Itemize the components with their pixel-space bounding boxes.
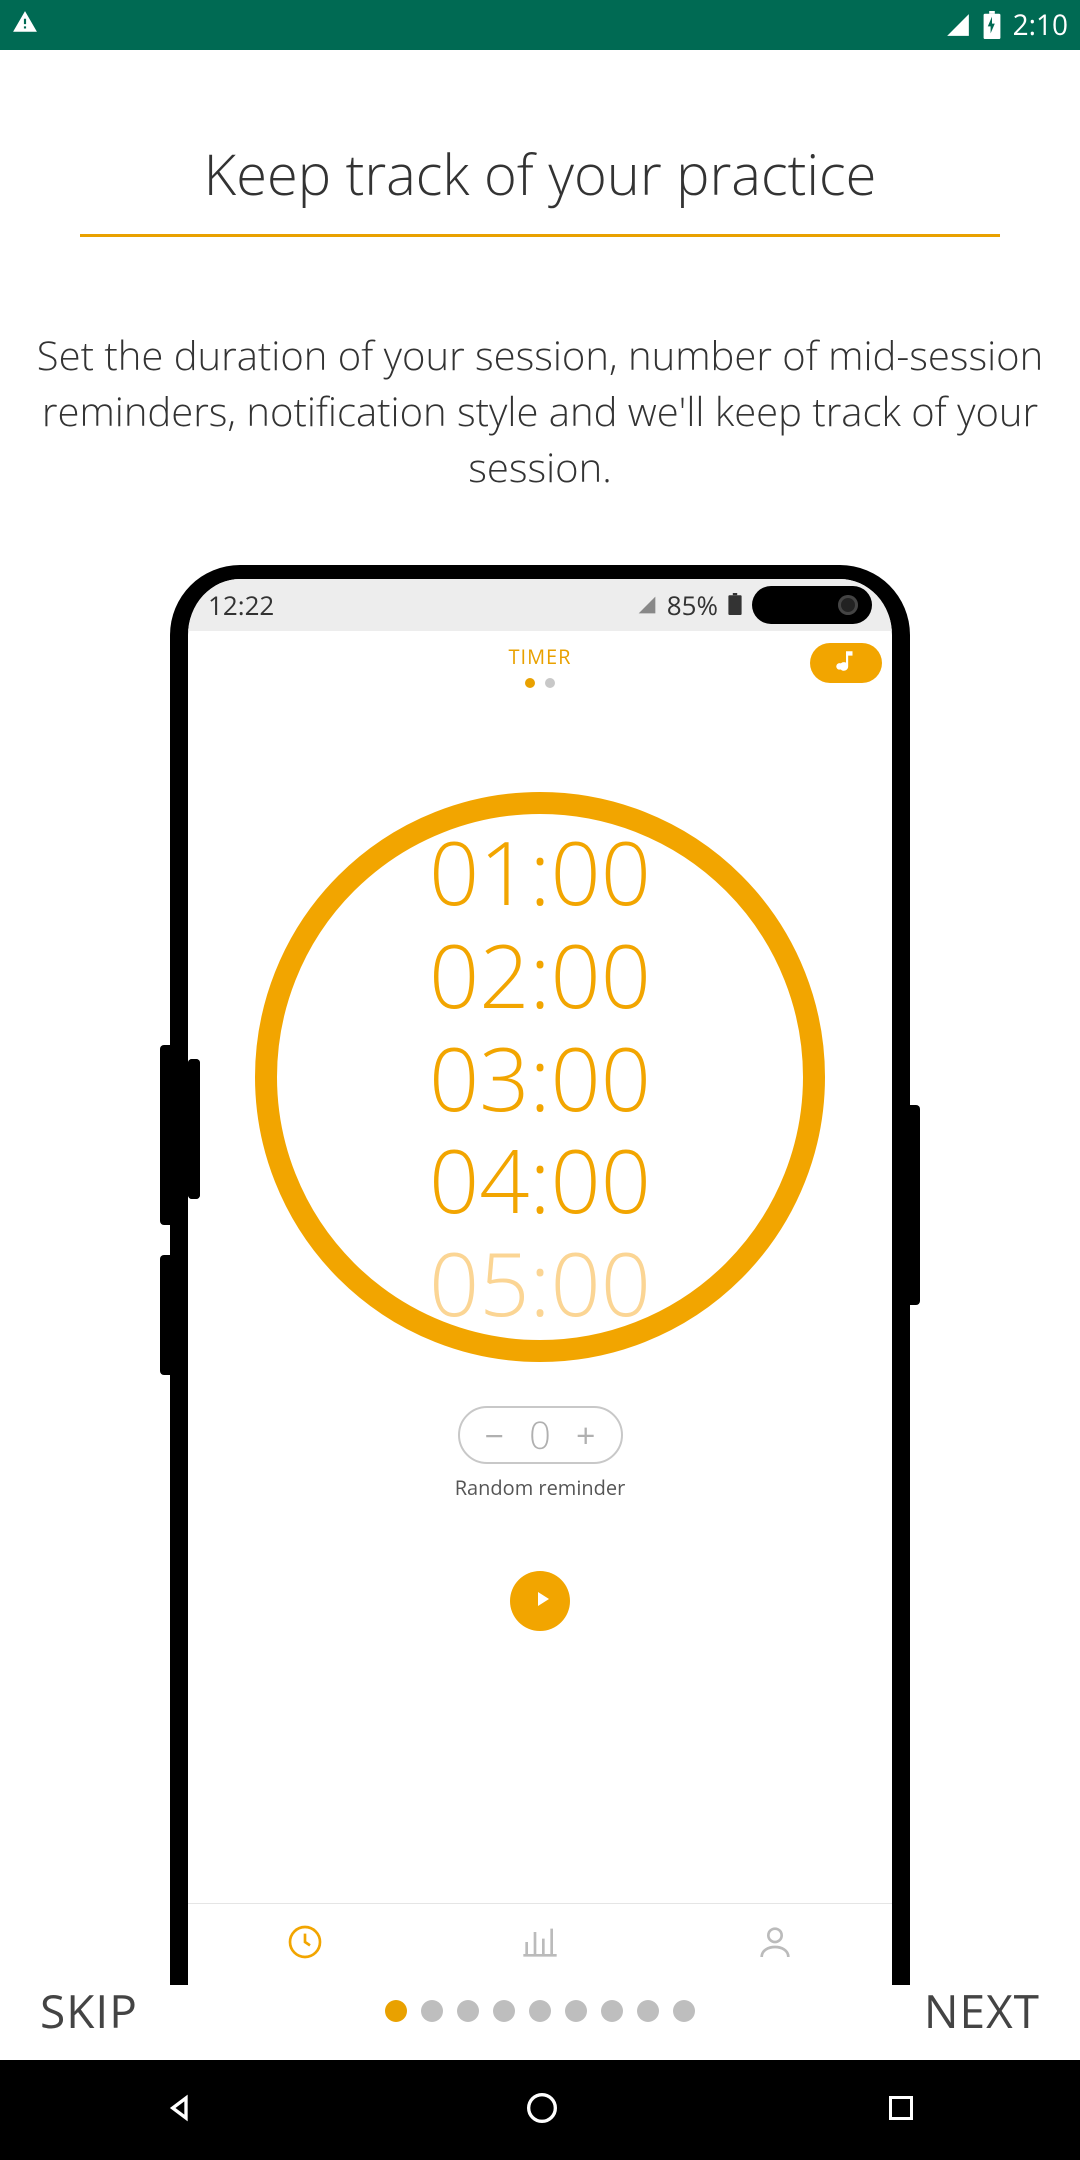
- music-icon: [833, 648, 859, 679]
- stats-icon[interactable]: [520, 1922, 560, 1967]
- plus-icon[interactable]: +: [576, 1412, 595, 1458]
- warning-icon: [12, 6, 38, 44]
- music-button[interactable]: [810, 643, 882, 683]
- recents-icon[interactable]: [883, 2090, 919, 2131]
- page-dot: [493, 2000, 515, 2022]
- play-icon: [526, 1587, 554, 1616]
- page-dot: [637, 2000, 659, 2022]
- page-subtitle: Set the duration of your session, number…: [35, 327, 1045, 495]
- onboarding-page: Keep track of your practice Set the dura…: [0, 50, 1080, 2060]
- minus-icon[interactable]: −: [485, 1412, 504, 1458]
- preview-status-time: 12:22: [208, 587, 274, 623]
- page-title: Keep track of your practice: [204, 136, 877, 212]
- preview-reminder-stepper: − 0 + Random reminder: [188, 1406, 892, 1501]
- timer-value: 05:00: [429, 1234, 651, 1331]
- onboarding-pagination: [385, 2000, 695, 2022]
- page-dot: [673, 2000, 695, 2022]
- reminder-label: Random reminder: [455, 1474, 626, 1501]
- signal-icon: [945, 12, 971, 38]
- back-icon[interactable]: [161, 2088, 201, 2133]
- preview-timer-header: TIMER: [188, 643, 892, 688]
- page-dot: [385, 2000, 407, 2022]
- play-button[interactable]: [510, 1571, 570, 1631]
- preview-timer-picker[interactable]: 01:00 02:00 03:00 04:00 05:00: [255, 792, 825, 1362]
- timer-value: 02:00: [429, 926, 651, 1023]
- skip-button[interactable]: SKIP: [40, 1980, 138, 2042]
- home-icon[interactable]: [522, 2088, 562, 2133]
- next-button[interactable]: NEXT: [924, 1980, 1040, 2042]
- preview-tab-bar: [188, 1903, 892, 1985]
- battery-charging-icon: [983, 11, 1001, 39]
- clock-icon[interactable]: [285, 1922, 325, 1967]
- status-time: 2:10: [1013, 6, 1068, 44]
- page-dot: [421, 2000, 443, 2022]
- preview-battery-pct: 85%: [667, 587, 718, 623]
- page-dot: [457, 2000, 479, 2022]
- page-dot: [565, 2000, 587, 2022]
- preview-status-bar: 12:22 85%: [188, 579, 892, 631]
- timer-value: 04:00: [429, 1131, 651, 1228]
- timer-value: 01:00: [429, 823, 651, 920]
- phone-preview: 12:22 85% TIMER: [170, 565, 910, 1985]
- reminder-stepper[interactable]: − 0 +: [458, 1406, 623, 1464]
- profile-icon[interactable]: [755, 1922, 795, 1967]
- reminder-value: 0: [529, 1409, 551, 1461]
- title-underline: [80, 234, 1000, 237]
- timer-value: 03:00: [429, 1029, 651, 1126]
- battery-icon: [728, 587, 742, 623]
- page-dot: [529, 2000, 551, 2022]
- signal-icon: [637, 587, 657, 623]
- preview-header-dots: [188, 678, 892, 688]
- page-dot: [601, 2000, 623, 2022]
- android-nav-bar: [0, 2060, 1080, 2160]
- camera-cutout: [752, 586, 872, 624]
- preview-timer-label: TIMER: [188, 643, 892, 670]
- android-status-bar: 2:10: [0, 0, 1080, 50]
